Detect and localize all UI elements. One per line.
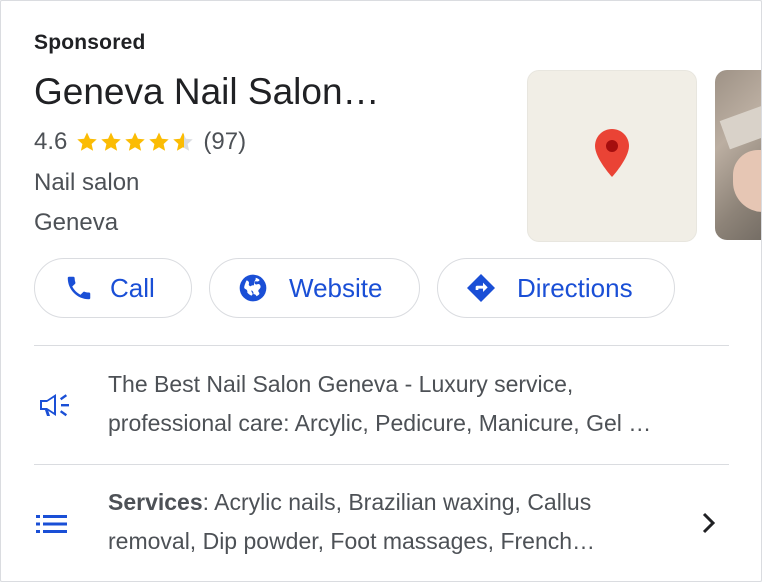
star-icon (125, 132, 146, 151)
globe-icon (239, 274, 267, 302)
chevron-right-icon[interactable] (698, 511, 720, 535)
website-button[interactable]: Website (209, 258, 420, 318)
sponsored-local-ad-card[interactable]: Sponsored Geneva Nail Salon… 4.6 (97) Na… (0, 0, 762, 582)
services-line: removal, Dip powder, Foot massages, Fren… (108, 528, 596, 554)
call-button-label: Call (110, 272, 155, 303)
megaphone-icon (40, 394, 69, 417)
map-thumbnail[interactable] (527, 70, 697, 242)
half-star-icon (173, 132, 194, 151)
map-pin-icon (595, 129, 629, 177)
list-icon (36, 515, 67, 533)
description-text: The Best Nail Salon Geneva - Luxury serv… (108, 365, 728, 443)
star-rating (75, 130, 195, 154)
photo-detail (733, 150, 761, 212)
star-icon (101, 132, 122, 151)
directions-button[interactable]: Directions (437, 258, 675, 318)
services-line: Services: Acrylic nails, Brazilian waxin… (108, 483, 678, 522)
review-count: (97) (203, 128, 247, 155)
phone-icon (67, 276, 91, 300)
star-icon (77, 132, 98, 151)
description-line: professional care: Arcylic, Pedicure, Ma… (108, 410, 652, 436)
call-button[interactable]: Call (34, 258, 192, 318)
services-text: Services: Acrylic nails, Brazilian waxin… (108, 483, 678, 561)
directions-icon (467, 274, 495, 302)
business-name-link[interactable]: Geneva Nail Salon… (34, 71, 380, 113)
divider (34, 345, 729, 346)
rating-value: 4.6 (34, 128, 68, 155)
services-list-start: : Acrylic nails, Brazilian waxing, Callu… (202, 489, 592, 515)
star-icon (149, 132, 170, 151)
description-line: The Best Nail Salon Geneva - Luxury serv… (108, 371, 574, 397)
business-location: Geneva (34, 209, 119, 236)
rating-row: 4.6 (97) (34, 125, 246, 159)
divider (34, 464, 729, 465)
services-row[interactable]: Services: Acrylic nails, Brazilian waxin… (34, 483, 729, 565)
description-row[interactable]: The Best Nail Salon Geneva - Luxury serv… (34, 365, 729, 447)
photo-detail (719, 100, 761, 150)
business-category: Nail salon (34, 169, 140, 196)
services-label: Services (108, 489, 203, 515)
website-button-label: Website (289, 272, 383, 303)
salon-photo-thumbnail[interactable] (715, 70, 761, 240)
sponsored-label: Sponsored (34, 31, 146, 54)
directions-button-label: Directions (517, 272, 633, 303)
